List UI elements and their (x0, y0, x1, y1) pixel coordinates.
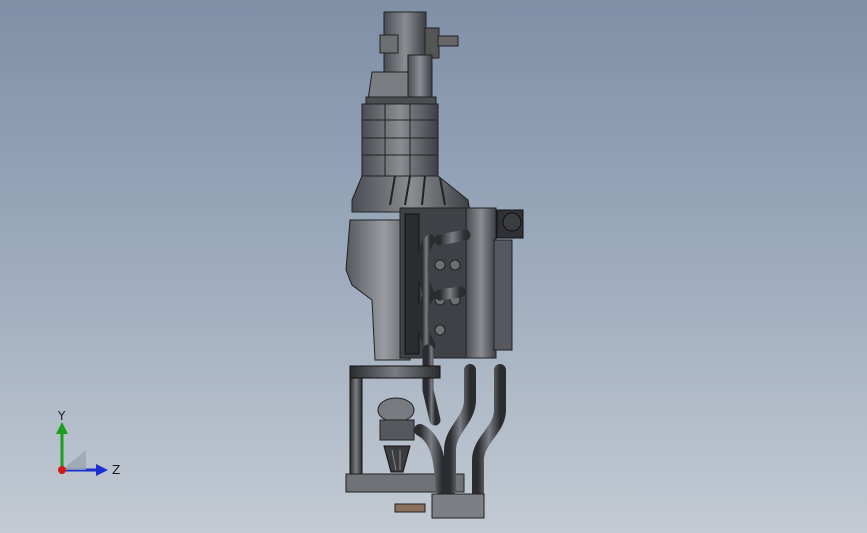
z-axis-arrow-icon (96, 464, 108, 476)
oil-sump[interactable] (394, 493, 485, 519)
orientation-triad[interactable]: Y Z (40, 409, 130, 490)
x-axis-dot-icon (58, 466, 66, 474)
cad-viewport[interactable]: Y Z (0, 0, 867, 533)
engine-model[interactable] (0, 0, 867, 533)
y-axis-label: Y (57, 409, 66, 423)
triad-plane-icon (62, 450, 86, 470)
z-axis-label: Z (112, 463, 120, 477)
turbocharger[interactable] (377, 397, 415, 473)
intake-housing[interactable] (367, 11, 459, 101)
triad-graphic: Y Z (56, 409, 120, 477)
y-axis-arrow-icon (56, 422, 68, 434)
intake-plenum[interactable] (351, 96, 471, 213)
